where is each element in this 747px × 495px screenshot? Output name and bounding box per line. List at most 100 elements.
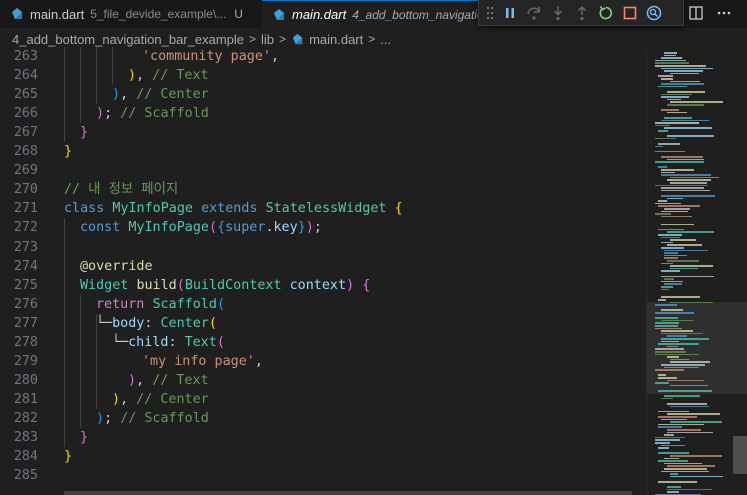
code-text: // 내 정보 페이지 (64, 180, 178, 199)
code-token: MyInfoPage (112, 201, 193, 217)
minimap-line (658, 85, 687, 88)
chevron-right-icon: > (279, 32, 287, 46)
code-line[interactable]: 280), // Text (0, 371, 646, 390)
minimap-line (655, 150, 685, 153)
tab-description: 5_file_devide_example\... (90, 7, 227, 21)
step-into-icon[interactable] (549, 3, 567, 23)
code-line[interactable]: 268} (0, 142, 646, 161)
minimap-line (658, 75, 674, 77)
code-line[interactable]: 273 (0, 238, 646, 257)
code-line[interactable]: 284} (0, 447, 646, 466)
code-editor[interactable]: 263'community page', 264), // Text 265), /… (0, 47, 646, 495)
code-text: ); // Scaffold (96, 409, 209, 428)
code-line[interactable]: 278 └─child: Text( (0, 333, 646, 352)
code-line[interactable]: 270 // 내 정보 페이지 (0, 180, 646, 199)
vertical-scrollbar-thumb[interactable] (733, 436, 747, 474)
minimap-line (661, 156, 703, 158)
minimap-line (655, 353, 700, 356)
minimap-line (670, 473, 679, 475)
code-line[interactable]: 269 (0, 161, 646, 180)
code-line[interactable]: 276 return Scaffold( (0, 295, 646, 314)
code-line[interactable]: 272 const MyInfoPage({super.key}); (0, 218, 646, 237)
breadcrumb-more[interactable]: ... (380, 32, 391, 47)
minimap-line (661, 280, 684, 283)
minimap-line (664, 278, 675, 280)
dart-file-icon (274, 8, 284, 20)
minimap-line (670, 361, 710, 363)
devtools-icon[interactable] (645, 3, 663, 23)
pause-icon[interactable] (501, 3, 519, 23)
drag-handle-icon[interactable] (485, 3, 495, 23)
minimap-line (658, 481, 697, 483)
minimap-line (664, 257, 678, 259)
minimap-line (661, 332, 704, 335)
minimap-line (670, 405, 709, 408)
minimap-line (661, 340, 680, 343)
code-line[interactable]: 274 @override (0, 257, 646, 276)
code-line[interactable]: 283} (0, 428, 646, 447)
code-line[interactable]: 285 (0, 466, 646, 485)
minimap-line (655, 124, 671, 127)
minimap-line (658, 343, 700, 345)
minimap-line (661, 174, 711, 176)
dart-file-icon (292, 33, 303, 44)
minimap-line (664, 208, 691, 210)
code-line[interactable]: 281), // Center (0, 390, 646, 409)
minimap-line (655, 62, 689, 64)
breadcrumb-folder[interactable]: 4_add_bottom_navigation_bar_example (12, 32, 244, 47)
code-line[interactable]: 264), // Text (0, 66, 646, 85)
code-line[interactable]: 271 class MyInfoPage extends StatelessWid… (0, 199, 646, 218)
minimap[interactable] (646, 50, 747, 495)
breadcrumb-subfolder[interactable]: lib (261, 32, 274, 47)
minimap-line (664, 283, 682, 285)
code-line[interactable]: 275 Widget build(BuildContext context) { (0, 276, 646, 295)
minimap-line (670, 176, 719, 179)
code-token: MyInfoPage (128, 220, 209, 236)
code-token: ; (313, 220, 322, 236)
horizontal-scrollbar[interactable] (64, 491, 632, 495)
step-over-icon[interactable] (525, 3, 543, 23)
more-actions-icon[interactable] (715, 3, 733, 23)
minimap-line (661, 270, 681, 272)
code-token: , (136, 372, 153, 388)
split-editor-icon[interactable] (687, 3, 705, 23)
minimap-line (667, 98, 682, 101)
minimap-line (667, 429, 701, 431)
minimap-line (661, 57, 683, 59)
code-line[interactable]: 279 'my info page', (0, 352, 646, 371)
tab-main-dart-5-file-devide[interactable]: main.dart 5_file_devide_example\... U (0, 0, 262, 28)
code-line[interactable]: 282); // Scaffold (0, 409, 646, 428)
step-out-icon[interactable] (573, 3, 591, 23)
minimap-line (655, 145, 664, 148)
minimap-line (670, 182, 708, 184)
minimap-line (667, 491, 680, 493)
minimap-line (658, 130, 668, 132)
code-line[interactable]: 277 └─body: Center( (0, 314, 646, 333)
code-token: StatelessWidget (265, 201, 387, 217)
code-line[interactable]: 267} (0, 123, 646, 142)
stop-icon[interactable] (621, 3, 639, 23)
code-token: @override (80, 258, 153, 274)
minimap-line (667, 465, 716, 467)
minimap-line (658, 423, 705, 426)
code-token: Scaffold (152, 296, 217, 312)
minimap-line (670, 101, 723, 103)
tab-main-dart-4-add-bottom-navigation[interactable]: main.dart 4_add_bottom_navigatio (262, 0, 492, 28)
code-line[interactable]: 263 'community page', (0, 47, 646, 66)
code-token: : (168, 334, 185, 350)
breadcrumb-file[interactable]: main.dart (309, 32, 363, 47)
minimap-line (658, 205, 701, 207)
minimap-line (655, 436, 685, 439)
minimap-line (658, 452, 690, 454)
minimap-line (667, 104, 705, 106)
chevron-right-icon: > (249, 32, 257, 46)
minimap-line (670, 421, 722, 423)
code-line[interactable]: 266); // Scaffold (0, 104, 646, 123)
code-line[interactable]: 265), // Center (0, 85, 646, 104)
restart-icon[interactable] (597, 3, 615, 23)
code-token: // Text (152, 372, 209, 388)
line-number: 265 (13, 87, 38, 103)
minimap-line (658, 374, 667, 376)
code-token: ) (96, 106, 105, 122)
